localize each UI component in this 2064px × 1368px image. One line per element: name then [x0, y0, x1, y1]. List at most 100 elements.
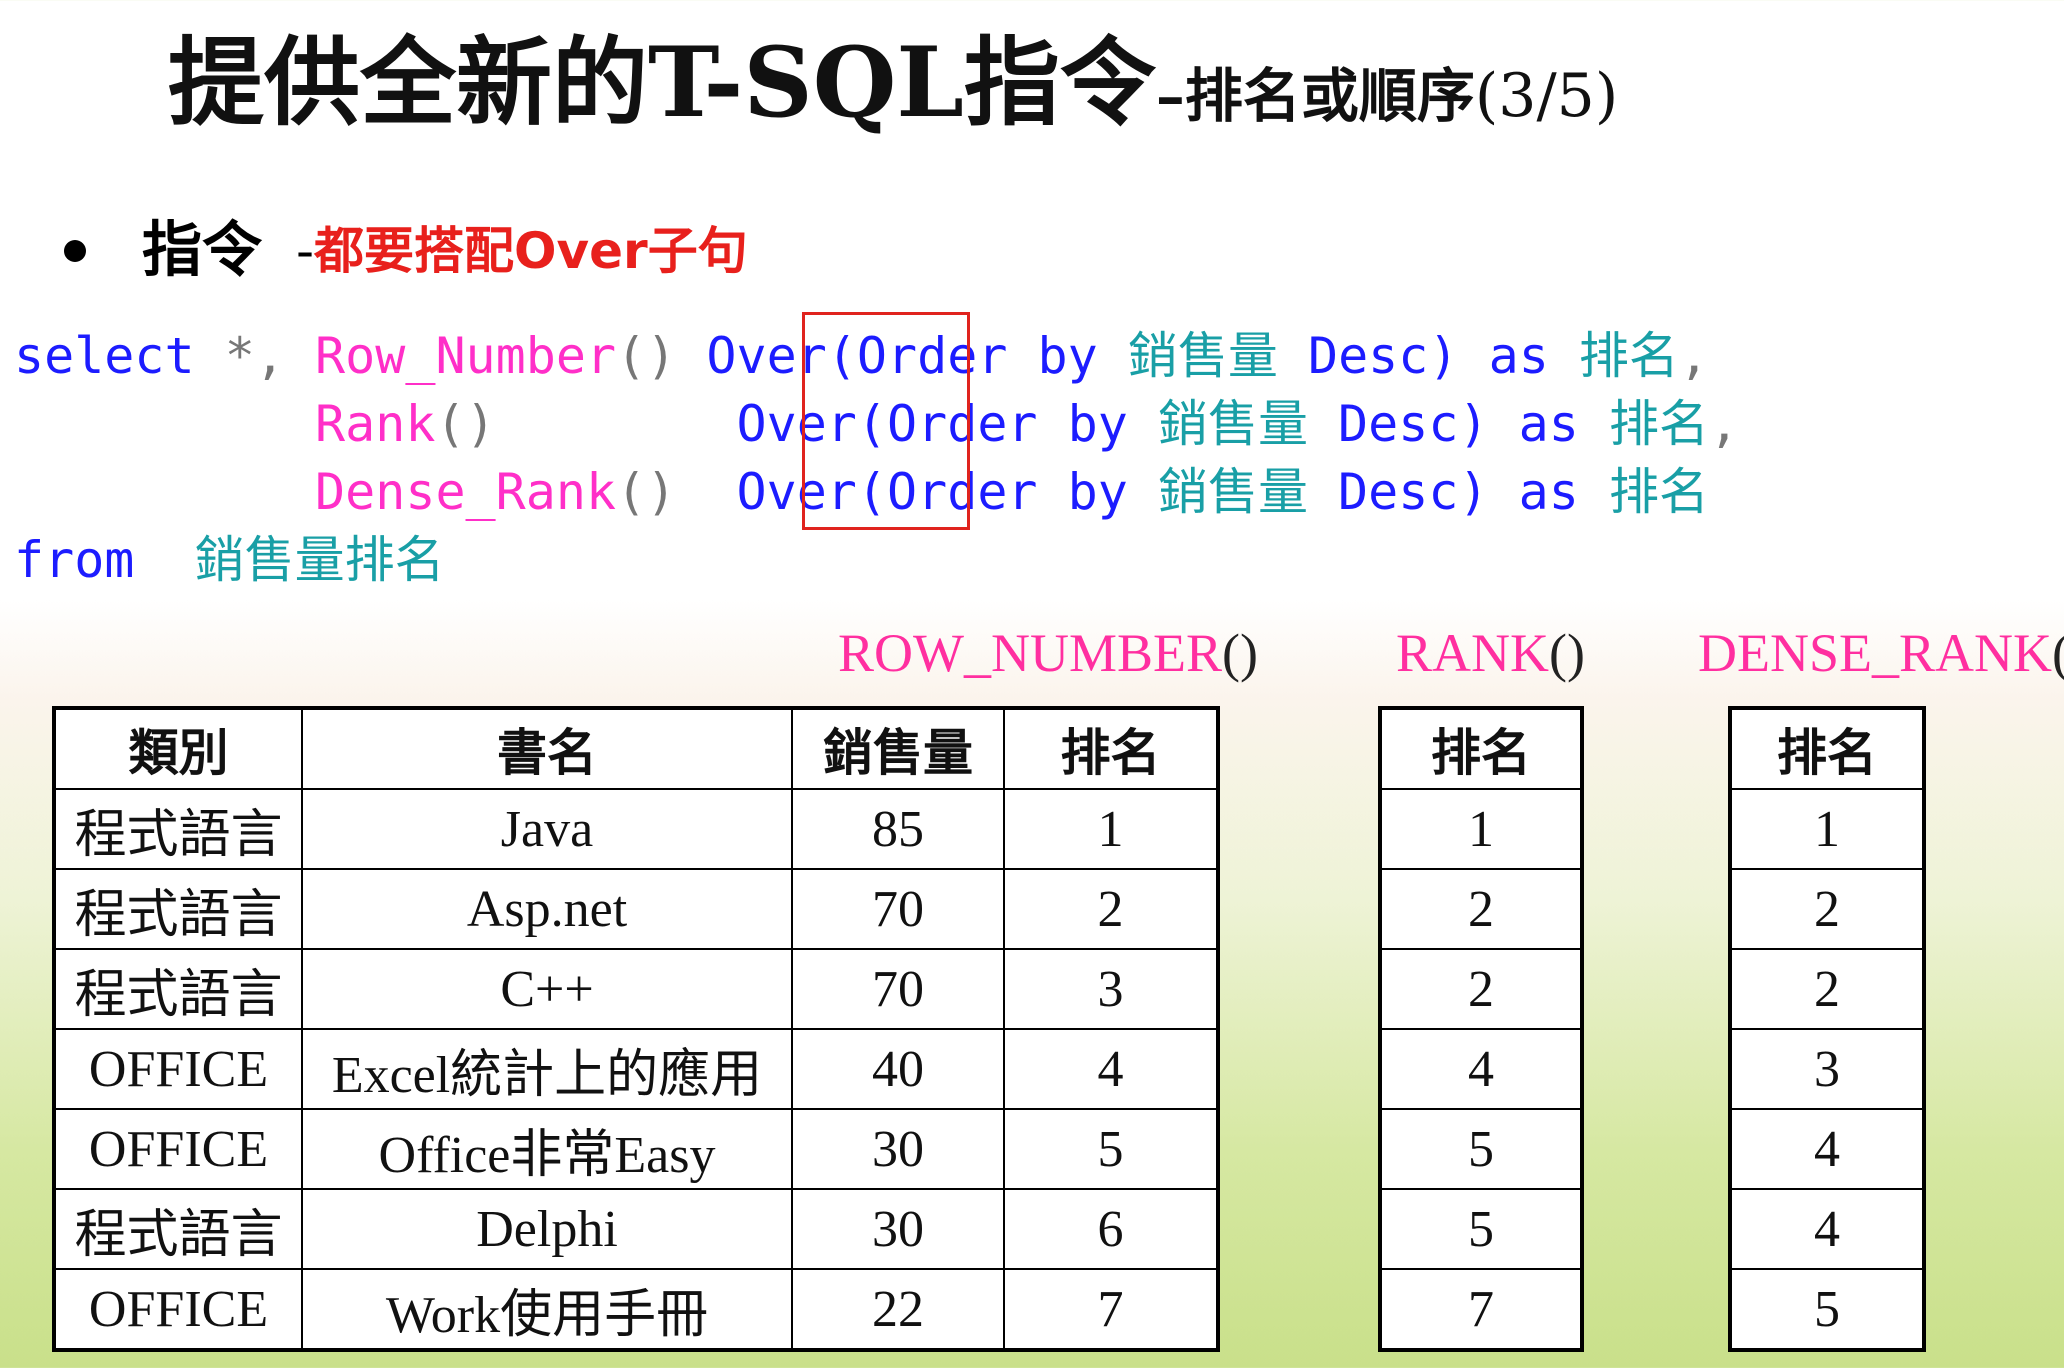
bullet-note-dash: -	[296, 221, 315, 280]
label-row-number-text: ROW_NUMBER	[838, 623, 1223, 683]
cell-sales: 70	[791, 868, 1005, 950]
code-parens: ()	[616, 463, 677, 521]
table-row: 4	[1729, 1108, 1925, 1190]
cell-title: Delphi	[301, 1188, 793, 1270]
bullet-item: 指令 -都要搭配Over子句	[64, 210, 748, 290]
table-row: 1	[1729, 788, 1925, 870]
label-dense-rank-text: DENSE_RANK	[1698, 623, 2053, 683]
table-row: 7	[1379, 1268, 1583, 1351]
code-parens: ()	[616, 327, 677, 385]
header-title: 書名	[301, 707, 793, 790]
cell-sales: 22	[791, 1268, 1005, 1351]
code-desc: Desc)	[1277, 327, 1459, 385]
cell-category: 程式語言	[53, 868, 303, 950]
code-desc: Desc)	[1307, 395, 1489, 453]
label-row-number: ROW_NUMBER()	[838, 618, 1258, 688]
cell-rank: 7	[1379, 1268, 1583, 1351]
table-row: 程式語言 C++ 70 3	[53, 948, 1219, 1030]
cell-rank: 2	[1379, 868, 1583, 950]
table-row: 2	[1729, 868, 1925, 950]
bullet-label: 指令	[142, 215, 262, 286]
bullet-note: -都要搭配Over子句	[296, 222, 748, 280]
cell-rank: 2	[1729, 948, 1925, 1030]
header-rank: 排名	[1379, 707, 1583, 790]
code-alias: 排名	[1609, 463, 1709, 521]
code-table-name: 銷售量排名	[194, 531, 445, 589]
cell-rank: 1	[1379, 788, 1583, 870]
label-rank-text: RANK	[1396, 623, 1550, 683]
table-row: 程式語言 Java 85 1	[53, 788, 1219, 870]
table-header-row: 類別 書名 銷售量 排名	[53, 707, 1219, 790]
code-as: as	[1488, 463, 1609, 521]
cell-rank: 2	[1729, 868, 1925, 950]
cell-category: 程式語言	[53, 1188, 303, 1270]
table-row: 4	[1379, 1028, 1583, 1110]
table-row: 程式語言 Delphi 30 6	[53, 1188, 1219, 1270]
table-row: 5	[1379, 1188, 1583, 1270]
code-as: as	[1488, 395, 1609, 453]
code-comma: ,	[1678, 327, 1710, 385]
header-category: 類別	[53, 707, 303, 790]
code-fn-rank: Rank	[315, 395, 436, 453]
cell-title: Work使用手冊	[301, 1268, 793, 1351]
cell-rank: 1	[1729, 788, 1925, 870]
label-dense-rank: DENSE_RANK()	[1698, 618, 2064, 688]
table-row: 3	[1729, 1028, 1925, 1110]
code-alias: 排名	[1578, 327, 1679, 385]
cell-category: OFFICE	[53, 1028, 303, 1110]
title-dash: –	[1155, 62, 1185, 130]
code-line-4: from 銷售量排名	[14, 526, 445, 594]
cell-rank: 7	[1003, 1268, 1219, 1351]
cell-rank: 2	[1379, 948, 1583, 1030]
code-col: 銷售量	[1157, 463, 1308, 521]
cell-title: Asp.net	[301, 868, 793, 950]
code-fn-dense-rank: Dense_Rank	[315, 463, 617, 521]
table-row: 5	[1729, 1268, 1925, 1351]
label-parens: ()	[1222, 623, 1258, 683]
label-parens: ()	[1549, 623, 1585, 683]
code-fn-row-number: Row_Number	[315, 327, 617, 385]
cell-sales: 85	[791, 788, 1005, 870]
cell-rank: 6	[1003, 1188, 1219, 1270]
title-page: (3/5)	[1474, 61, 1619, 131]
table-row: 2	[1729, 948, 1925, 1030]
code-alias: 排名	[1609, 395, 1709, 453]
cell-rank: 5	[1729, 1268, 1925, 1351]
table-row: 5	[1379, 1108, 1583, 1190]
cell-sales: 30	[791, 1188, 1005, 1270]
table-header-row: 排名	[1379, 707, 1583, 790]
table-row: OFFICE Office非常Easy 30 5	[53, 1108, 1219, 1190]
slide-title: 提供全新的T-SQL指令–排名或順序(3/5)	[168, 18, 1618, 148]
cell-category: OFFICE	[53, 1108, 303, 1190]
code-star: *,	[194, 327, 316, 385]
table-row: OFFICE Work使用手冊 22 7	[53, 1268, 1219, 1351]
sales-table: 類別 書名 銷售量 排名 程式語言 Java 85 1 程式語言 Asp.net 70 2 程式…	[52, 706, 1220, 1352]
title-main: 提供全新的T-SQL指令	[168, 26, 1156, 139]
cell-category: 程式語言	[53, 948, 303, 1030]
label-parens: ()	[2052, 623, 2064, 683]
cell-rank: 1	[1003, 788, 1219, 870]
table-row: 4	[1729, 1188, 1925, 1270]
cell-rank: 3	[1729, 1028, 1925, 1110]
header-sales: 銷售量	[791, 707, 1005, 790]
cell-rank: 3	[1003, 948, 1219, 1030]
cell-rank: 4	[1003, 1028, 1219, 1110]
cell-rank: 4	[1729, 1108, 1925, 1190]
title-sub: 排名或順序	[1184, 62, 1475, 130]
cell-rank: 4	[1379, 1028, 1583, 1110]
cell-rank: 5	[1379, 1188, 1583, 1270]
code-parens: ()	[435, 395, 496, 453]
table-row: 1	[1379, 788, 1583, 870]
cell-sales: 70	[791, 948, 1005, 1030]
bullet-dot-icon	[64, 239, 86, 262]
table-row: OFFICE Excel統計上的應用 40 4	[53, 1028, 1219, 1110]
label-rank: RANK()	[1396, 618, 1585, 688]
cell-rank: 5	[1379, 1108, 1583, 1190]
dense-rank-table: 排名 1223445	[1728, 706, 1926, 1352]
header-rank: 排名	[1729, 707, 1925, 790]
code-from: from	[14, 531, 135, 589]
table-row: 程式語言 Asp.net 70 2	[53, 868, 1219, 950]
code-select: select	[14, 327, 195, 385]
cell-category: 程式語言	[53, 788, 303, 870]
code-as: as	[1458, 327, 1579, 385]
